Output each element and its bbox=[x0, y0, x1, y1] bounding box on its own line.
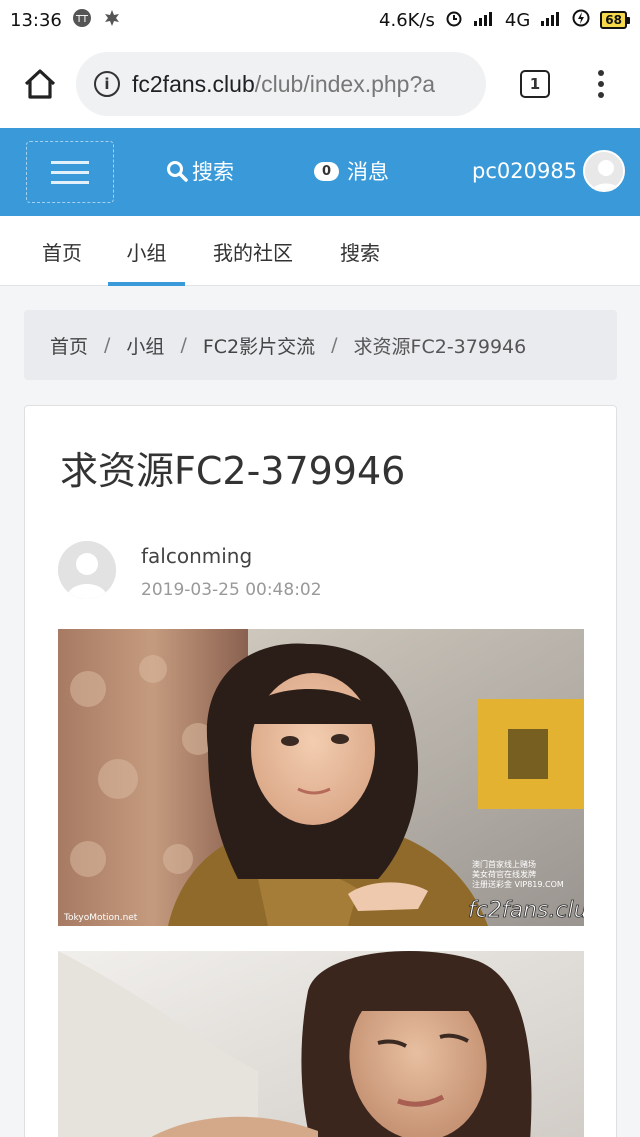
status-time: 13:36 bbox=[10, 9, 62, 31]
breadcrumb-separator: / bbox=[104, 334, 111, 356]
post-card: 求资源FC2-379946 falconming 2019-03-25 00:4… bbox=[24, 405, 617, 1137]
battery-level: 68 bbox=[600, 11, 627, 29]
breadcrumb: 首页 / 小组 / FC2影片交流 / 求资源FC2-379946 bbox=[24, 310, 617, 380]
teamtalk-icon: TT bbox=[72, 8, 92, 32]
username: pc020985 bbox=[472, 159, 578, 183]
url-host: fc2fans.club bbox=[132, 70, 255, 97]
breadcrumb-current: 求资源FC2-379946 bbox=[353, 335, 527, 358]
url-text: fc2fans.club/club/index.php?a bbox=[132, 71, 435, 98]
status-bar: 13:36 TT 4.6K/s 4G 68 bbox=[0, 0, 640, 40]
header-messages-link[interactable]: 0 消息 bbox=[314, 156, 389, 186]
browser-menu-button[interactable] bbox=[598, 70, 604, 98]
home-icon bbox=[24, 69, 56, 99]
header-search-link[interactable]: 搜索 bbox=[166, 156, 234, 186]
address-bar[interactable]: i fc2fans.club/club/index.php?a bbox=[76, 52, 486, 116]
post-date: 2019-03-25 00:48:02 bbox=[141, 580, 322, 600]
battery-icon: 68 bbox=[600, 11, 630, 29]
signal-icon-2 bbox=[540, 10, 562, 30]
sub-navigation: 首页 小组 我的社区 搜索 bbox=[0, 216, 640, 286]
site-header: 搜索 0 消息 pc020985 bbox=[0, 128, 640, 216]
image-ad-line-2: 美女荷官在线发牌 bbox=[472, 869, 536, 879]
image-corner-text: TokyoMotion.net bbox=[63, 913, 138, 923]
tab-switcher-button[interactable]: 1 bbox=[520, 70, 550, 98]
signal-icon bbox=[473, 10, 495, 30]
image-ad-line-1: 澳门首家线上赌场 bbox=[472, 859, 536, 869]
author-name[interactable]: falconming bbox=[141, 544, 252, 568]
alarm-icon bbox=[445, 9, 463, 31]
page-title: 求资源FC2-379946 bbox=[60, 449, 406, 493]
hamburger-menu-button[interactable] bbox=[26, 141, 114, 203]
breadcrumb-fc2-group[interactable]: FC2影片交流 bbox=[203, 332, 315, 359]
network-type: 4G bbox=[504, 9, 531, 31]
message-count-badge: 0 bbox=[314, 161, 340, 181]
subnav-item-my-community[interactable]: 我的社区 bbox=[200, 216, 306, 286]
home-button[interactable] bbox=[18, 62, 62, 106]
breadcrumb-separator: / bbox=[331, 334, 338, 356]
post-image[interactable] bbox=[58, 951, 584, 1137]
subnav-item-search[interactable]: 搜索 bbox=[322, 216, 398, 286]
header-messages-label: 消息 bbox=[347, 160, 390, 184]
info-icon[interactable]: i bbox=[94, 71, 120, 97]
charging-icon bbox=[572, 9, 590, 31]
breadcrumb-separator: / bbox=[180, 334, 187, 356]
image-ad-line-3: 注册送彩金 VIP819.COM bbox=[472, 879, 564, 889]
net-speed: 4.6K/s bbox=[379, 9, 435, 31]
avatar bbox=[583, 150, 626, 192]
subnav-item-home[interactable]: 首页 bbox=[24, 216, 100, 286]
breadcrumb-home[interactable]: 首页 bbox=[50, 332, 88, 359]
post-image[interactable]: TokyoMotion.net 澳门首家线上赌场 美女荷官在线发牌 注册送彩金 … bbox=[58, 629, 584, 926]
svg-text:TT: TT bbox=[75, 14, 89, 25]
author-avatar[interactable] bbox=[58, 541, 116, 599]
subnav-item-groups[interactable]: 小组 bbox=[108, 216, 185, 286]
search-icon bbox=[167, 161, 188, 182]
image-watermark: fc2fans.club bbox=[468, 898, 584, 923]
header-search-label: 搜索 bbox=[192, 160, 234, 184]
url-path: /club/index.php?a bbox=[254, 70, 436, 97]
header-user-menu[interactable]: pc020985 bbox=[472, 150, 626, 192]
leaf-icon bbox=[102, 8, 122, 32]
browser-toolbar: i fc2fans.club/club/index.php?a 1 bbox=[0, 40, 640, 128]
breadcrumb-groups[interactable]: 小组 bbox=[126, 332, 164, 359]
